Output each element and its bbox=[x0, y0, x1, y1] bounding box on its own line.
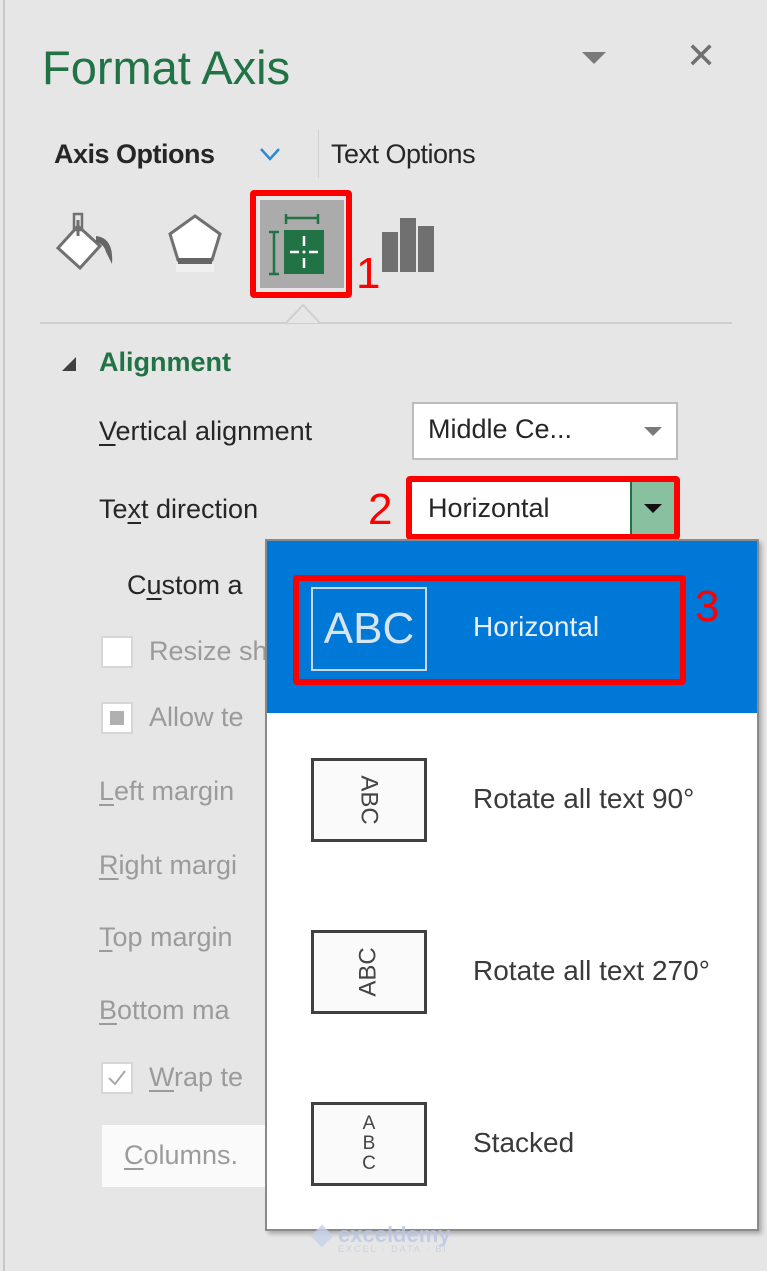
dropdown-value: Middle Ce... bbox=[428, 414, 573, 444]
preview-letter: A bbox=[362, 1113, 376, 1134]
left-margin-label: Left margin bbox=[99, 776, 234, 807]
preview-rotate-90-icon: ABC bbox=[311, 758, 427, 842]
preview-letter: C bbox=[362, 1153, 376, 1174]
label-text: ottom ma bbox=[117, 995, 230, 1025]
access-key: B bbox=[99, 995, 118, 1025]
preview-text: ABC bbox=[354, 947, 382, 997]
resize-shape-label: Resize sh bbox=[149, 636, 268, 666]
wrap-text-label: Wrap te bbox=[149, 1062, 243, 1093]
columns-button-label: Columns. bbox=[124, 1140, 238, 1171]
dropdown-arrow-icon bbox=[644, 427, 662, 436]
watermark-logo: exceldemy EXCEL · DATA · BI bbox=[310, 1222, 451, 1254]
columns-button[interactable]: Columns. bbox=[102, 1125, 272, 1187]
allow-text-overflow-checkbox[interactable] bbox=[101, 702, 133, 734]
access-key: C bbox=[124, 1140, 144, 1170]
pane-options-triangle-icon[interactable] bbox=[582, 52, 606, 64]
label-text: C bbox=[127, 570, 147, 600]
menu-option-stacked[interactable]: A B C Stacked bbox=[267, 1057, 757, 1229]
vertical-alignment-dropdown[interactable]: Middle Ce... bbox=[412, 402, 678, 460]
wrap-text-checkbox[interactable] bbox=[101, 1062, 133, 1094]
pane-title: Format Axis bbox=[42, 41, 291, 94]
access-key: V bbox=[99, 416, 116, 446]
watermark-cube-icon bbox=[310, 1224, 334, 1248]
chevron-down-icon[interactable] bbox=[258, 142, 282, 166]
label-text: Te bbox=[99, 494, 128, 524]
tab-separator bbox=[318, 130, 319, 178]
preview-text: ABC bbox=[355, 775, 383, 825]
watermark-tagline: EXCEL · DATA · BI bbox=[338, 1244, 448, 1254]
checkmark-icon bbox=[108, 1070, 126, 1086]
label-text: t direction bbox=[141, 494, 259, 524]
preview-rotate-270-icon: ABC bbox=[311, 930, 427, 1014]
access-key: W bbox=[149, 1062, 174, 1092]
right-margin-label: Right margi bbox=[99, 850, 237, 881]
icon-tab-divider bbox=[40, 322, 732, 324]
top-margin-label: Top margin bbox=[99, 922, 233, 953]
option-label: Rotate all text 270° bbox=[473, 955, 710, 986]
access-key: T bbox=[99, 922, 113, 952]
tab-text-options[interactable]: Text Options bbox=[331, 139, 476, 170]
step1-label: 1 bbox=[356, 249, 381, 298]
step2-label: 2 bbox=[368, 485, 393, 534]
access-key: L bbox=[99, 776, 115, 806]
label-text: op margin bbox=[112, 922, 233, 952]
step1-highlight bbox=[250, 190, 352, 298]
menu-option-rotate-90[interactable]: ABC Rotate all text 90° bbox=[267, 713, 757, 885]
vertical-alignment-label: Vertical alignment bbox=[99, 416, 312, 447]
allow-text-overflow-label: Allow te bbox=[149, 702, 244, 732]
bar-chart-icon[interactable] bbox=[380, 214, 440, 274]
label-text: rap te bbox=[174, 1062, 244, 1092]
option-label: Rotate all text 90° bbox=[473, 783, 695, 814]
access-key: u bbox=[146, 570, 162, 600]
label-text: ertical alignment bbox=[115, 416, 313, 446]
step2-highlight bbox=[406, 476, 680, 540]
menu-option-rotate-270[interactable]: ABC Rotate all text 270° bbox=[267, 885, 757, 1057]
collapse-triangle-icon[interactable] bbox=[62, 357, 76, 371]
step3-label: 3 bbox=[695, 582, 720, 631]
preview-letter: B bbox=[362, 1133, 376, 1154]
section-title-alignment[interactable]: Alignment bbox=[99, 347, 231, 378]
label-text: olumns. bbox=[143, 1140, 239, 1170]
indeterminate-mark bbox=[110, 711, 124, 725]
option-label: Stacked bbox=[473, 1127, 575, 1158]
label-text: ight margi bbox=[118, 850, 238, 880]
access-key: R bbox=[99, 850, 119, 880]
label-text: eft margin bbox=[114, 776, 235, 806]
custom-angle-label: Custom a bbox=[127, 570, 243, 601]
pane-left-border bbox=[3, 0, 5, 1271]
step3-highlight bbox=[293, 575, 686, 685]
pentagon-effects-icon[interactable] bbox=[160, 210, 230, 280]
selected-tab-pointer bbox=[286, 303, 320, 324]
bottom-margin-label: Bottom ma bbox=[99, 995, 230, 1026]
access-key: x bbox=[127, 494, 142, 524]
tab-axis-options[interactable]: Axis Options bbox=[54, 139, 215, 170]
paint-bucket-icon[interactable] bbox=[48, 208, 118, 278]
close-x-icon[interactable]: ✕ bbox=[686, 38, 716, 74]
text-direction-label: Text direction bbox=[99, 494, 258, 525]
resize-shape-checkbox[interactable] bbox=[101, 636, 133, 668]
label-text: stom a bbox=[161, 570, 243, 600]
preview-stacked-icon: A B C bbox=[311, 1102, 427, 1186]
